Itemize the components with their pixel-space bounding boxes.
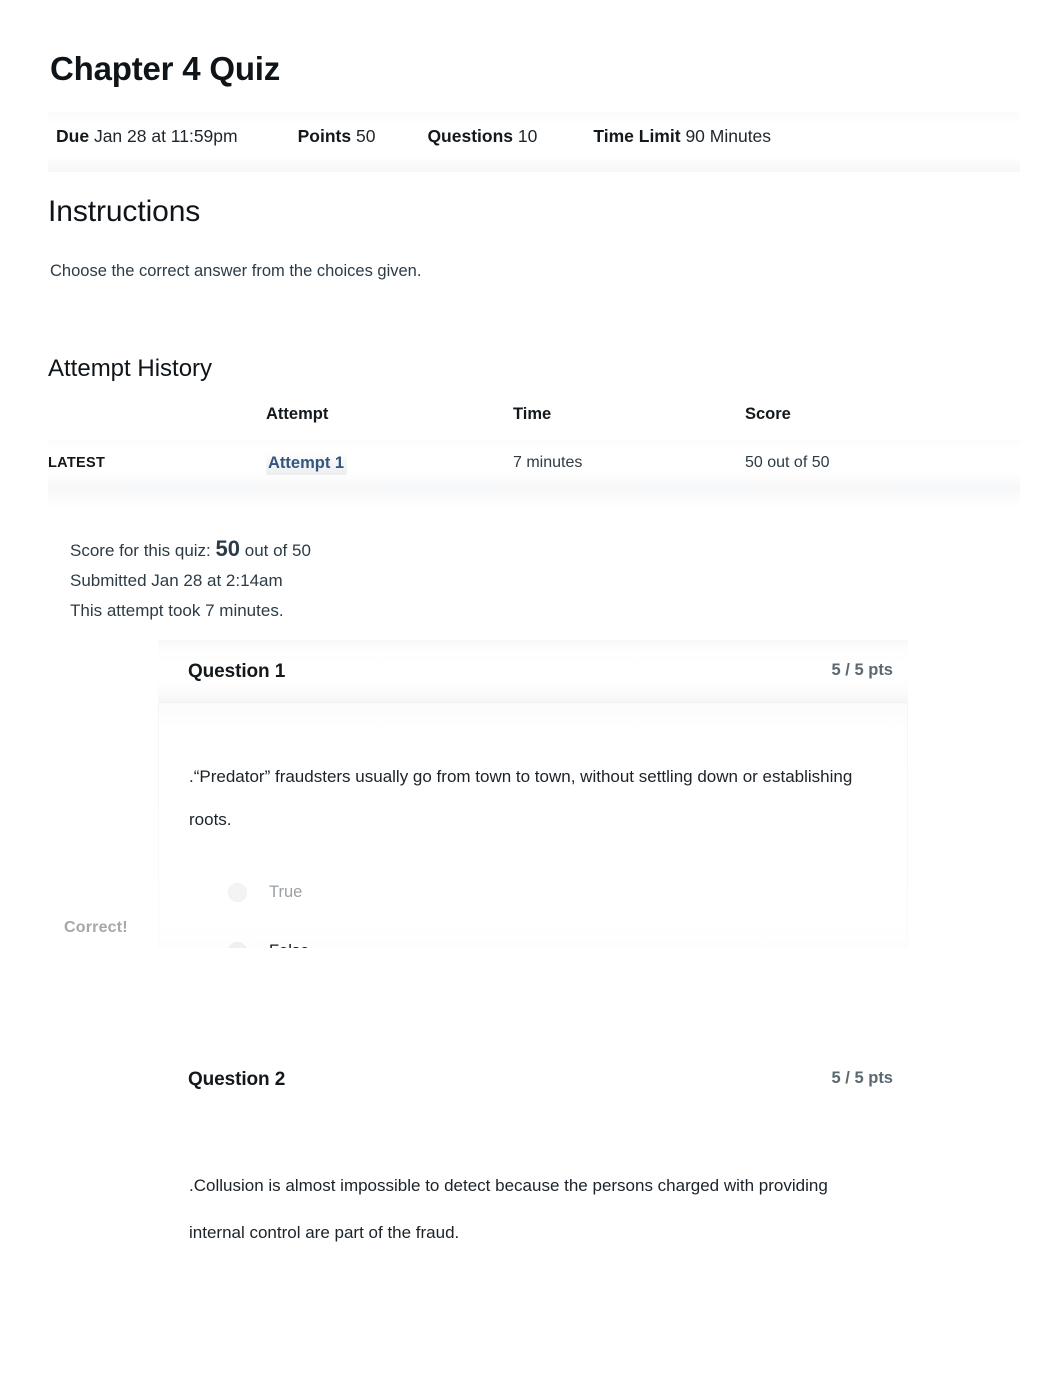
question-1-left-edge <box>158 700 159 948</box>
questions-value: 10 <box>517 126 538 146</box>
score-prefix: Score for this quiz: <box>70 541 211 560</box>
quiz-results-page: Chapter 4 Quiz Due Jan 28 at 11:59pm Poin… <box>0 0 1062 1377</box>
question-1-name: Question 1 <box>188 661 286 682</box>
column-header-attempt: Attempt <box>266 405 329 423</box>
question-2-name: Question 2 <box>188 1069 286 1090</box>
question-2-header: Question 2 5 / 5 pts <box>158 1048 908 1110</box>
answer-option-true[interactable]: True <box>158 863 908 922</box>
score-suffix: out of 50 <box>244 541 311 560</box>
due-meta: Due Jan 28 at 11:59pm <box>56 126 238 147</box>
score-summary: Score for this quiz: 50 out of 50 Submit… <box>70 534 311 626</box>
latest-badge-cell: LATEST <box>48 440 266 489</box>
question-2-card: Question 2 5 / 5 pts .Collusion is almos… <box>158 1048 908 1256</box>
answer-label: False <box>269 942 309 948</box>
question-1-right-edge <box>907 700 908 948</box>
points-meta: Points 50 <box>298 126 376 147</box>
column-header-time: Time <box>513 405 552 423</box>
attempt-cell: Attempt 1 <box>266 440 513 489</box>
time-limit-label: Time Limit <box>593 126 681 146</box>
question-1-header: Question 1 5 / 5 pts <box>158 640 908 703</box>
attempt-history-table: Attempt Time Score LATEST Attempt 1 7 mi… <box>48 405 1020 489</box>
table-row: LATEST Attempt 1 7 minutes 50 out of 50 <box>48 440 1020 489</box>
duration-line: This attempt took 7 minutes. <box>70 601 284 620</box>
due-label: Due <box>56 126 90 146</box>
question-1-card: Question 1 5 / 5 pts .“Predator” fraudst… <box>158 640 908 948</box>
question-1-points: 5 / 5 pts <box>831 661 893 679</box>
question-1-feedback: Correct! <box>64 919 128 936</box>
question-1-text: .“Predator” fraudsters usually go from t… <box>189 767 853 829</box>
submitted-line: Submitted Jan 28 at 2:14am <box>70 571 283 590</box>
table-bottom-divider <box>48 486 1020 508</box>
table-header-row: Attempt Time Score <box>48 405 1020 440</box>
question-1-answers: True False <box>158 863 908 948</box>
question-2-body: .Collusion is almost impossible to detec… <box>158 1110 908 1256</box>
column-header-blank <box>48 405 266 440</box>
points-value: 50 <box>355 126 376 146</box>
questions-label: Questions <box>427 126 514 146</box>
score-cell: 50 out of 50 <box>745 454 830 471</box>
question-2-points: 5 / 5 pts <box>831 1069 893 1087</box>
time-limit-meta: Time Limit 90 Minutes <box>593 126 771 147</box>
instructions-body: Choose the correct answer from the choic… <box>50 262 422 280</box>
column-header-score: Score <box>745 405 791 423</box>
answer-option-false[interactable]: False <box>158 922 908 948</box>
question-1-body: .“Predator” fraudsters usually go from t… <box>158 703 908 948</box>
quiz-meta-row: Due Jan 28 at 11:59pm Points 50 Questions … <box>56 126 1016 156</box>
question-2-text: .Collusion is almost impossible to detec… <box>189 1176 828 1242</box>
answer-label: True <box>269 883 303 901</box>
time-limit-value: 90 Minutes <box>685 126 772 146</box>
due-value: Jan 28 at 11:59pm <box>93 126 238 146</box>
points-label: Points <box>297 126 352 146</box>
status-badge: LATEST <box>48 455 106 471</box>
questions-meta: Questions 10 <box>427 126 537 147</box>
attempt-1-link[interactable]: Attempt 1 <box>266 452 348 475</box>
attempt-history-heading: Attempt History <box>48 355 213 382</box>
radio-icon[interactable] <box>228 883 247 902</box>
page-title: Chapter 4 Quiz <box>50 50 281 87</box>
score-value: 50 <box>215 536 240 561</box>
radio-icon[interactable] <box>228 942 247 948</box>
time-cell: 7 minutes <box>513 454 583 471</box>
score-line: Score for this quiz: 50 out of 50 <box>70 534 311 566</box>
instructions-heading: Instructions <box>48 195 201 228</box>
